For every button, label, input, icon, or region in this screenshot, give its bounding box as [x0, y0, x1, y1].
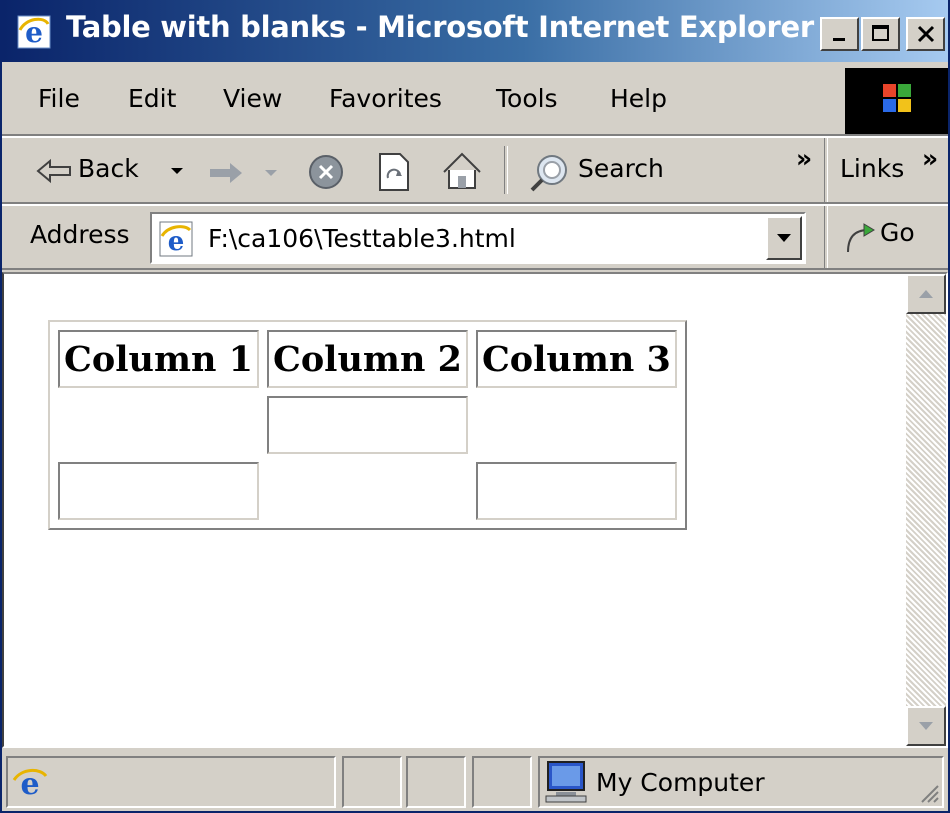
table-cell: [476, 396, 677, 454]
address-label: Address: [30, 220, 130, 249]
toolbar-separator: [824, 138, 828, 202]
maximize-icon: [871, 25, 889, 41]
status-bar: e My Computer: [2, 750, 948, 813]
page-content: Column 1 Column 2 Column 3: [2, 272, 948, 748]
menu-help[interactable]: Help: [610, 84, 667, 113]
scroll-down-button[interactable]: [906, 706, 946, 746]
minimize-button[interactable]: [820, 17, 859, 51]
arrow-up-icon: [919, 290, 933, 298]
title-bar[interactable]: e Table with blanks - Microsoft Internet…: [2, 0, 948, 62]
home-icon[interactable]: [440, 150, 484, 192]
table-cell: [266, 396, 468, 454]
chevron-down-icon[interactable]: [264, 168, 278, 178]
go-button[interactable]: Go: [840, 212, 940, 262]
status-panel: [342, 756, 402, 808]
svg-text:e: e: [168, 227, 185, 257]
table-header: Column 2: [266, 330, 468, 388]
address-bar: Address e F:\ca106\Testtable3.html Go: [2, 204, 948, 270]
minimize-icon: [832, 38, 845, 41]
menu-favorites[interactable]: Favorites: [329, 84, 442, 113]
menu-view[interactable]: View: [223, 84, 282, 113]
menu-edit[interactable]: Edit: [128, 84, 176, 113]
page-status-icon: e: [12, 767, 48, 800]
table-cell: [475, 462, 677, 520]
table-header: Column 3: [475, 330, 677, 388]
scroll-up-button[interactable]: [906, 274, 946, 314]
chevron-down-icon[interactable]: [170, 166, 184, 176]
toolbar-separator: [824, 206, 828, 268]
window-title: Table with blanks - Microsoft Internet E…: [66, 10, 814, 44]
table-row: [58, 396, 677, 454]
chevron-down-icon: [777, 234, 791, 242]
links-chevron[interactable]: »: [922, 144, 938, 173]
vertical-scrollbar[interactable]: [906, 274, 946, 746]
refresh-icon[interactable]: [376, 152, 412, 192]
menu-tools[interactable]: Tools: [496, 84, 558, 113]
address-input[interactable]: e F:\ca106\Testtable3.html: [150, 212, 806, 264]
search-label: Search: [578, 154, 664, 183]
resize-grip-icon[interactable]: [916, 780, 940, 804]
go-icon: [847, 223, 875, 253]
table-row: [58, 462, 677, 520]
page-icon: e: [159, 221, 193, 257]
table-cell: [58, 396, 259, 454]
standard-toolbar: Back Search » Links »: [2, 136, 948, 204]
browser-window: e Table with blanks - Microsoft Internet…: [0, 0, 950, 813]
table-cell: [58, 462, 259, 520]
close-button[interactable]: [906, 17, 945, 51]
back-button[interactable]: Back: [32, 144, 192, 196]
windows-logo: [845, 68, 948, 134]
address-value: F:\ca106\Testtable3.html: [208, 224, 516, 253]
menu-bar: File Edit View Favorites Tools Help: [2, 62, 948, 136]
status-panel: [472, 756, 532, 808]
maximize-button[interactable]: [861, 17, 900, 51]
go-label: Go: [880, 218, 915, 247]
zone-panel: My Computer: [538, 756, 944, 808]
stop-icon[interactable]: [306, 152, 346, 192]
table-header: Column 1: [58, 330, 259, 388]
back-arrow-icon: [36, 158, 71, 184]
data-table: Column 1 Column 2 Column 3: [48, 320, 687, 530]
links-label[interactable]: Links: [840, 154, 904, 183]
windows-flag-icon: [883, 84, 911, 112]
arrow-down-icon: [919, 722, 933, 730]
close-icon: [917, 25, 934, 43]
computer-icon: [545, 761, 587, 803]
forward-arrow-icon[interactable]: [208, 160, 246, 186]
ie-logo-icon[interactable]: e: [16, 14, 52, 50]
menu-file[interactable]: File: [38, 84, 80, 113]
zone-label: My Computer: [596, 768, 765, 797]
status-main-panel: e: [6, 756, 336, 808]
address-dropdown-button[interactable]: [766, 216, 802, 260]
search-button[interactable]: Search: [526, 144, 686, 196]
table-cell: [267, 462, 468, 520]
status-panel: [406, 756, 466, 808]
search-icon: [530, 155, 567, 192]
toolbar-separator: [504, 146, 508, 194]
back-label: Back: [78, 154, 139, 183]
toolbar-chevron[interactable]: »: [796, 144, 812, 173]
table-header-row: Column 1 Column 2 Column 3: [58, 330, 677, 388]
